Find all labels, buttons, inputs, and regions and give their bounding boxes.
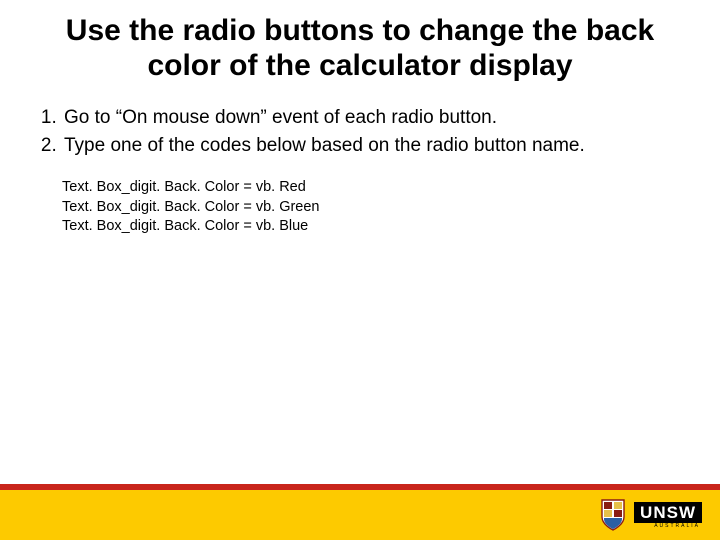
unsw-logo-text: UNSW bbox=[634, 502, 702, 523]
code-line: Text. Box_digit. Back. Color = vb. Green bbox=[62, 198, 698, 218]
instruction-item: Type one of the codes below based on the… bbox=[62, 133, 698, 159]
slide-title: Use the radio buttons to change the back… bbox=[22, 14, 698, 83]
instruction-list: Go to “On mouse down” event of each radi… bbox=[22, 105, 698, 158]
code-line: Text. Box_digit. Back. Color = vb. Red bbox=[62, 178, 698, 198]
footer-yellow-bar: UNSW AUSTRALIA bbox=[0, 490, 720, 540]
code-line: Text. Box_digit. Back. Color = vb. Blue bbox=[62, 217, 698, 237]
instruction-item: Go to “On mouse down” event of each radi… bbox=[62, 105, 698, 131]
unsw-logo: UNSW AUSTRALIA bbox=[634, 502, 702, 529]
slide-content: Use the radio buttons to change the back… bbox=[0, 0, 720, 484]
unsw-logo-subtext: AUSTRALIA bbox=[654, 523, 702, 529]
unsw-crest-icon bbox=[600, 499, 626, 531]
slide: Use the radio buttons to change the back… bbox=[0, 0, 720, 540]
slide-footer: UNSW AUSTRALIA bbox=[0, 484, 720, 540]
code-block: Text. Box_digit. Back. Color = vb. Red T… bbox=[22, 178, 698, 237]
